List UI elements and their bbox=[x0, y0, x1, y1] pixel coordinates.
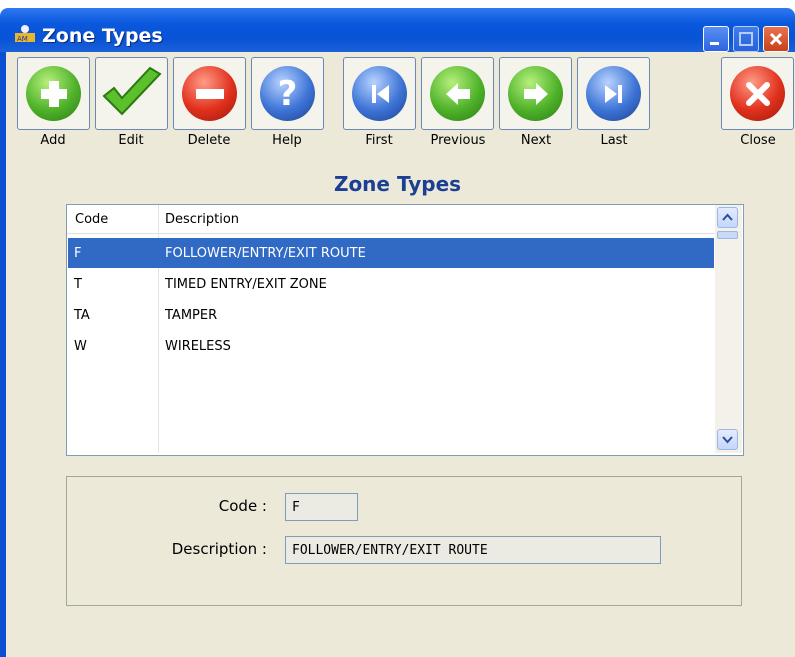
previous-label: Previous bbox=[430, 133, 486, 148]
table-row[interactable]: TA TAMPER bbox=[68, 300, 714, 330]
first-label: First bbox=[365, 133, 393, 148]
code-field[interactable]: F bbox=[285, 493, 358, 521]
code-label: Code : bbox=[218, 497, 267, 515]
chevron-down-icon bbox=[722, 436, 733, 444]
delete-label: Delete bbox=[187, 133, 231, 148]
vertical-scrollbar[interactable] bbox=[715, 205, 742, 453]
help-button[interactable]: ? bbox=[251, 57, 324, 130]
column-header-description[interactable]: Description bbox=[165, 212, 239, 227]
page-heading: Zone Types bbox=[333, 172, 462, 196]
chevron-up-icon bbox=[722, 213, 733, 221]
app-icon: AM bbox=[15, 25, 35, 42]
maximize-icon bbox=[739, 32, 753, 46]
window-title: Zone Types bbox=[42, 25, 163, 47]
next-label: Next bbox=[520, 133, 552, 148]
help-label: Help bbox=[272, 133, 302, 148]
scroll-up-button[interactable] bbox=[717, 207, 738, 228]
next-button[interactable] bbox=[499, 57, 572, 130]
cell-code: W bbox=[74, 339, 87, 354]
description-field[interactable]: FOLLOWER/ENTRY/EXIT ROUTE bbox=[285, 536, 661, 564]
cell-description: WIRELESS bbox=[165, 339, 231, 354]
cell-description: TAMPER bbox=[165, 308, 218, 323]
checkmark-icon bbox=[102, 66, 162, 116]
minimize-button[interactable] bbox=[703, 26, 729, 52]
last-button[interactable] bbox=[577, 57, 650, 130]
close-button[interactable] bbox=[721, 57, 794, 130]
table-row[interactable]: F FOLLOWER/ENTRY/EXIT ROUTE bbox=[68, 238, 714, 268]
zone-types-grid[interactable]: Code Description F FOLLOWER/ENTRY/EXIT R… bbox=[66, 204, 744, 456]
title-bar[interactable]: AM Zone Types bbox=[0, 8, 795, 52]
delete-button[interactable] bbox=[173, 57, 246, 130]
add-button[interactable] bbox=[17, 57, 90, 130]
cell-description: FOLLOWER/ENTRY/EXIT ROUTE bbox=[165, 246, 366, 261]
minimize-icon bbox=[710, 42, 719, 45]
add-label: Add bbox=[40, 133, 66, 148]
last-label: Last bbox=[600, 133, 628, 148]
cell-code: F bbox=[74, 246, 82, 261]
first-button[interactable] bbox=[343, 57, 416, 130]
svg-text:AM: AM bbox=[17, 35, 28, 42]
detail-panel: Code : F Description : FOLLOWER/ENTRY/EX… bbox=[66, 476, 742, 606]
close-label: Close bbox=[740, 133, 776, 148]
edit-button[interactable] bbox=[95, 57, 168, 130]
previous-button[interactable] bbox=[421, 57, 494, 130]
cell-code: TA bbox=[74, 308, 90, 323]
table-row[interactable]: W WIRELESS bbox=[68, 331, 714, 361]
scroll-thumb[interactable] bbox=[717, 231, 738, 239]
table-row[interactable]: T TIMED ENTRY/EXIT ZONE bbox=[68, 269, 714, 299]
column-header-code[interactable]: Code bbox=[75, 212, 108, 227]
scroll-down-button[interactable] bbox=[717, 429, 738, 450]
grid-header: Code Description bbox=[67, 205, 715, 234]
edit-label: Edit bbox=[118, 133, 144, 148]
close-icon bbox=[769, 32, 783, 46]
window-close-button[interactable] bbox=[763, 26, 789, 52]
description-label: Description : bbox=[171, 540, 267, 558]
cell-code: T bbox=[74, 277, 82, 292]
zone-types-window: AM Zone Types ? Add Edit Delete Help Fir… bbox=[0, 0, 795, 657]
maximize-button[interactable] bbox=[733, 26, 759, 52]
cell-description: TIMED ENTRY/EXIT ZONE bbox=[165, 277, 327, 292]
